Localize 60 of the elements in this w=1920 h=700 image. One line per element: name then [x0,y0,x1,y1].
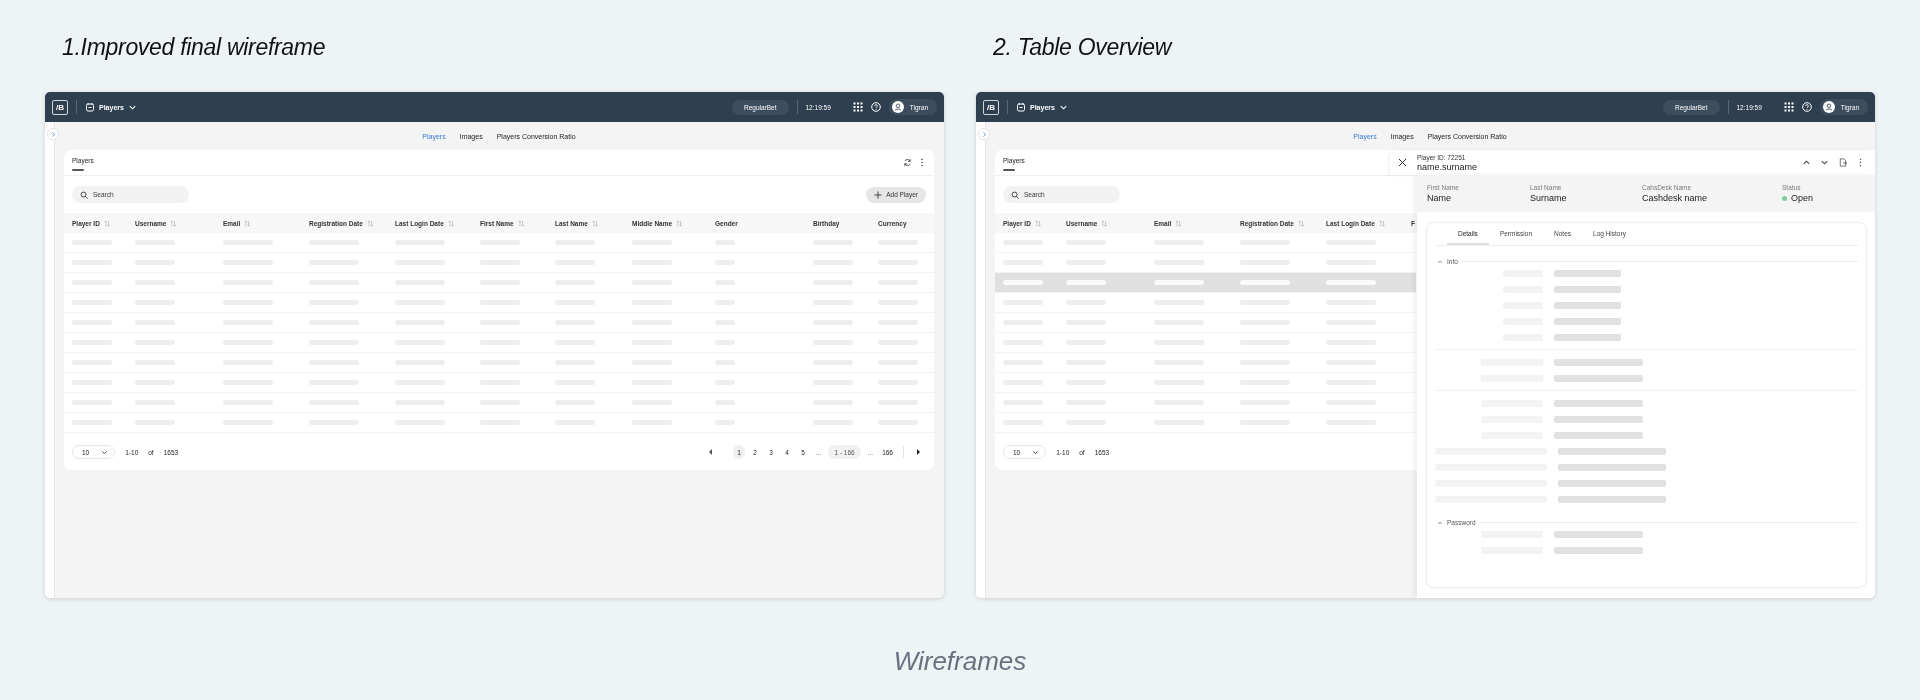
skeleton-value [1554,317,1621,325]
skeleton-value [1554,269,1621,277]
skeleton-cell [1003,280,1043,285]
skeleton-cell [1240,280,1290,285]
help-icon[interactable] [1801,102,1812,112]
field-value: Name [1427,193,1451,203]
skeleton-value [1554,285,1621,293]
close-icon [1398,158,1407,167]
refresh-icon[interactable] [903,158,912,167]
chevron-up-icon[interactable] [1802,158,1811,167]
player-name: name.surname [1417,161,1478,172]
triangle-right-icon [916,448,922,456]
sort-icon [244,219,251,227]
sort-icon [103,219,110,227]
chevron-up-icon [1437,258,1443,265]
field-value: Open [1791,193,1814,203]
chevron-down-icon [1032,448,1040,456]
sort-icon [1378,219,1385,227]
module-icon [85,102,95,112]
chevron-up-icon [1437,519,1443,526]
field-value: Surname [1530,193,1567,203]
sort-icon [447,219,454,227]
avatar-icon [1822,101,1835,113]
skeleton-cell [1066,280,1106,285]
sort-icon [1034,219,1041,227]
skeleton-cell [1326,280,1376,285]
skeleton-value [1554,301,1621,309]
export-icon[interactable] [1838,158,1847,167]
field-value: Cashdesk name [1642,193,1708,203]
section-title: 2. Table Overview [993,37,1172,57]
search-icon [80,190,88,199]
chevron-right-icon [49,130,57,138]
sort-icon [1101,219,1108,227]
skeleton-cell [1154,280,1204,285]
app-logo[interactable]: /B [983,99,999,115]
table-row[interactable] [995,273,1416,293]
chevron-right-icon [980,130,988,138]
apps-grid-icon[interactable] [1783,102,1794,112]
help-icon[interactable] [870,102,881,112]
app-logo[interactable]: /B [52,99,68,115]
sort-icon [591,219,598,227]
skeleton-value [1554,333,1621,341]
sort-icon [517,219,524,227]
expand-sidebar-button[interactable] [978,128,990,140]
sort-icon [1175,219,1182,227]
search-icon [1011,190,1019,199]
avatar-icon [891,101,904,113]
module-icon [1016,102,1026,112]
sort-icon [1297,219,1304,227]
caption-text: Wireframes [893,646,1027,676]
plus-icon [874,190,883,199]
expand-sidebar-button[interactable] [47,128,59,140]
apps-grid-icon[interactable] [852,102,863,112]
sort-icon [676,219,683,227]
triangle-left-icon [707,448,714,456]
chevron-down-icon [101,448,109,456]
sort-icon [366,219,373,227]
close-button[interactable] [1398,158,1407,167]
chevron-down-icon[interactable] [1820,158,1829,167]
sort-icon [170,219,177,227]
